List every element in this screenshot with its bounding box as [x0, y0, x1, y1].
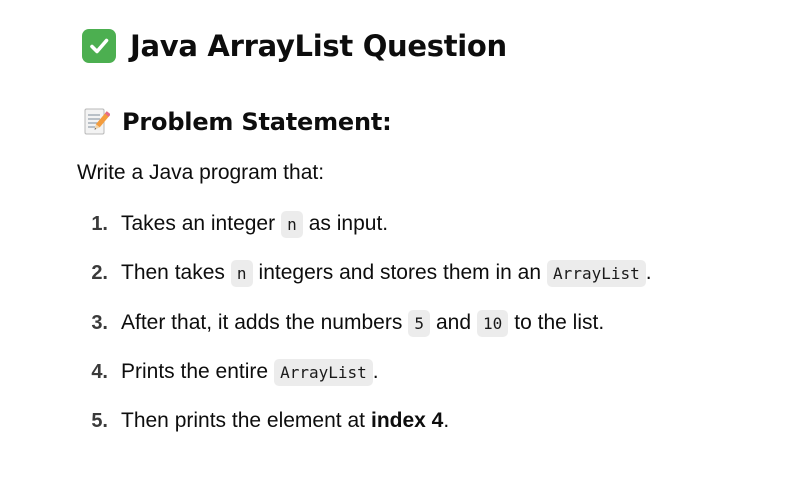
page-title-row: Java ArrayList Question [82, 24, 507, 68]
text-segment: Prints the entire [121, 360, 269, 383]
text-segment: as input. [308, 212, 389, 235]
list-item: 5. Then prints the element at index 4 . [0, 404, 800, 438]
text-segment: Then prints the element at [121, 409, 365, 432]
document-page: Java ArrayList Question Problem Statemen… [0, 0, 806, 488]
list-item-number: 3. [91, 311, 108, 334]
text-segment: integers and stores them in an [258, 261, 542, 284]
list-item-text: Takes an integer n as input. [121, 210, 389, 238]
inline-code: n [281, 210, 303, 238]
list-item: 2. Then takes n integers and stores them… [0, 256, 800, 290]
bold-text: index 4 [370, 409, 444, 432]
inline-code: 10 [477, 309, 509, 337]
section-heading-row: Problem Statement: [84, 103, 392, 141]
memo-icon [84, 107, 111, 137]
text-segment: . [372, 360, 379, 383]
check-mark-button-icon [82, 29, 116, 63]
list-item: 3. After that, it adds the numbers 5 and… [0, 306, 800, 340]
text-segment: After that, it adds the numbers [121, 311, 403, 334]
list-item-number: 5. [91, 409, 108, 432]
list-item: 4. Prints the entire ArrayList . [0, 355, 800, 389]
text-segment: and [435, 311, 472, 334]
text-segment: Takes an integer [121, 212, 276, 235]
list-item-number: 2. [91, 261, 108, 284]
text-segment: to the list. [514, 311, 605, 334]
list-item-number: 4. [91, 360, 108, 383]
section-title: Problem Statement: [122, 108, 392, 136]
page-title: Java ArrayList Question [130, 29, 507, 63]
list-item-text: Then prints the element at index 4 . [121, 409, 449, 433]
list-item-number: 1. [91, 212, 108, 235]
inline-code: ArrayList [547, 259, 646, 287]
inline-code: ArrayList [274, 358, 373, 386]
list-item-text: After that, it adds the numbers 5 and 10… [121, 309, 605, 337]
text-segment: . [645, 261, 652, 284]
list-item-text: Then takes n integers and stores them in… [121, 259, 652, 287]
text-segment: . [443, 409, 450, 432]
list-item-text: Prints the entire ArrayList . [121, 358, 379, 386]
inline-code: 5 [408, 309, 430, 337]
inline-code: n [230, 259, 253, 287]
text-segment: Then takes [121, 261, 225, 284]
intro-text: Write a Java program that: [77, 161, 325, 184]
list-item: 1. Takes an integer n as input. [0, 207, 800, 241]
